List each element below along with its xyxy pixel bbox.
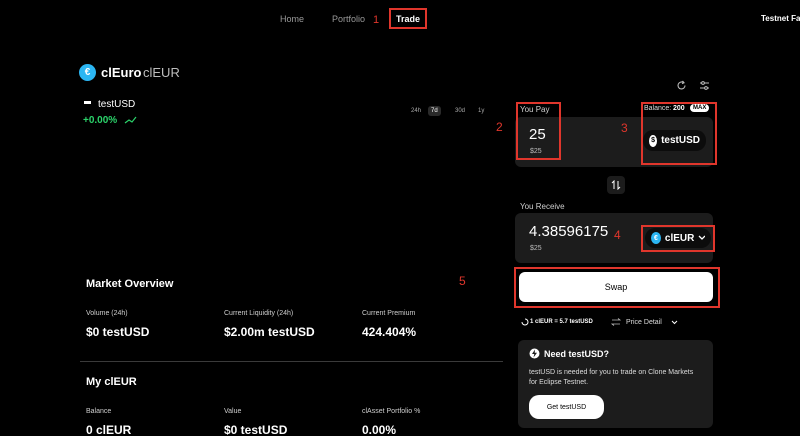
price-detail-toggle[interactable]: Price Detail [626,319,662,326]
pay-amount-input[interactable]: 25 [529,126,546,143]
stat-value: $2.00m testUSD [224,325,315,339]
range-24h[interactable]: 24h [408,106,424,116]
stat-label: Value [224,408,242,415]
my-position-title: My clEUR [86,376,137,388]
pay-usd-value: $25 [530,148,542,155]
swap-button[interactable]: Swap [519,272,713,302]
stat-label: Volume (24h) [86,310,128,317]
refresh-icon[interactable] [676,80,687,91]
annotation-number: 5 [459,274,466,288]
pay-token-selector[interactable]: $ testUSD [643,130,706,151]
get-testusd-button[interactable]: Get testUSD [529,395,604,419]
annotation-number: 3 [621,121,628,135]
annotation-number: 4 [614,228,621,242]
market-overview-title: Market Overview [86,278,174,290]
receive-amount: 4.38596175 [529,223,609,240]
asset-ticker: clEUR [143,65,180,80]
max-button[interactable]: MAX [690,104,710,112]
range-1y[interactable]: 1y [475,106,487,116]
stat-label: clAsset Portfolio % [362,408,421,415]
asset-name: clEuro [101,65,142,80]
stat-value: 0.00% [362,423,397,436]
receive-token-selector[interactable]: € clEUR [645,228,711,248]
flip-button[interactable] [607,176,625,194]
annotation-number: 1 [373,14,380,26]
settings-icon[interactable] [699,80,710,91]
receive-token-label: clEUR [664,232,695,244]
testusd-icon: $ [649,134,658,147]
nav-home[interactable]: Home [280,14,304,24]
balance-value: 200 [673,105,685,112]
euro-icon: € [651,232,661,244]
receive-usd-value: $25 [530,245,542,252]
annotation-number: 2 [496,120,503,134]
balance-label: Balance: [644,105,672,112]
exchange-rate: 1 clEUR = 5.7 testUSD [530,319,593,325]
range-7d[interactable]: 7d [428,106,441,116]
loading-icon [521,318,529,326]
stat-value: $0 testUSD [86,325,150,339]
stat-label: Current Liquidity (24h) [224,310,294,317]
nav-portfolio[interactable]: Portfolio [332,14,365,24]
lightning-icon [529,348,540,359]
stat-value: 0 clEUR [86,423,132,436]
exchange-icon [611,318,621,326]
price-change: +0.00% [83,115,118,126]
euro-icon: € [79,64,96,81]
pair-label: testUSD [98,99,136,110]
receive-label: You Receive [520,202,565,211]
swap-arrows-icon [611,180,621,190]
need-testusd-title: Need testUSD? [544,349,610,359]
network-button[interactable]: Testnet Fau [761,14,800,23]
chevron-down-icon[interactable] [671,320,678,325]
stat-value: 424.404% [362,325,417,339]
dash-icon [84,101,91,104]
trend-up-icon [124,116,137,124]
range-30d[interactable]: 30d [452,106,468,116]
pay-token-label: testUSD [661,135,700,146]
nav-trade[interactable]: Trade [396,14,420,24]
stat-label: Current Premium [362,310,416,317]
stat-label: Balance [86,408,112,415]
stat-value: $0 testUSD [224,423,288,436]
need-testusd-body: testUSD is needed for you to trade on Cl… [529,369,694,386]
chevron-down-icon [698,235,705,240]
divider [80,361,503,362]
